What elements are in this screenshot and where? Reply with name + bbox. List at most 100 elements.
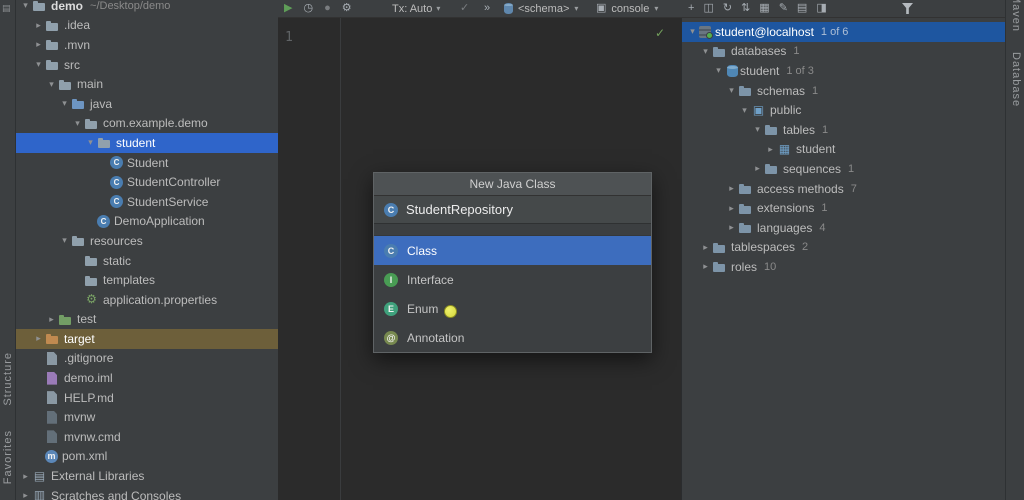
chevron-down-icon[interactable]: ▾	[45, 79, 58, 90]
project-tool-window-icon[interactable]: ▤	[2, 3, 11, 14]
project-item-static[interactable]: static	[15, 251, 278, 271]
chevron-down-icon[interactable]: ▾	[712, 65, 725, 76]
chevron-down-icon[interactable]: ▾	[58, 98, 71, 109]
filter-icon[interactable]	[902, 3, 913, 14]
chevron-down-icon[interactable]: ▾	[725, 85, 738, 96]
project-item-templates[interactable]: templates	[15, 270, 278, 290]
edit-icon[interactable]: ✎	[779, 0, 788, 17]
kind-option-label: Enum	[407, 302, 438, 316]
tool-button-structure[interactable]: Structure	[2, 352, 14, 406]
project-item-external-libraries[interactable]: ▸▤External Libraries	[15, 466, 278, 486]
chevron-right-icon[interactable]: ▸	[19, 471, 32, 482]
project-item-resources[interactable]: ▾resources	[15, 231, 278, 251]
chevron-right-icon[interactable]: ▸	[699, 242, 712, 253]
tree-item-label: HELP.md	[64, 391, 114, 405]
project-item-demo-iml[interactable]: demo.iml	[15, 368, 278, 388]
project-item-mvn[interactable]: ▸.mvn	[15, 35, 278, 55]
chevron-right-icon[interactable]: ▸	[32, 333, 45, 344]
db-item-databases[interactable]: ▾databases1	[682, 42, 1006, 62]
project-item-student[interactable]: CStudent	[15, 153, 278, 173]
kind-option-enum[interactable]: EEnum	[374, 294, 651, 323]
data-grid-icon[interactable]: ▦	[759, 0, 769, 17]
tx-dropdown[interactable]: Tx: Auto ▾	[392, 0, 440, 17]
project-item-target[interactable]: ▸target	[15, 329, 278, 349]
refresh-icon[interactable]: ↻	[723, 0, 732, 17]
db-item-student-localhost[interactable]: ▾student@localhost1 of 6	[682, 22, 1006, 42]
db-item-access-methods[interactable]: ▸access methods7	[682, 179, 1006, 199]
chevron-right-icon[interactable]: ▸	[32, 20, 45, 31]
tool-button-maven[interactable]: Maven	[1010, 0, 1022, 32]
project-item-studentservice[interactable]: CStudentService	[15, 192, 278, 212]
add-icon[interactable]: +	[688, 0, 694, 17]
chevron-down-icon[interactable]: ▾	[84, 137, 97, 148]
db-item-extensions[interactable]: ▸extensions1	[682, 198, 1006, 218]
db-item-tablespaces[interactable]: ▸tablespaces2	[682, 238, 1006, 258]
project-item-scratches-and-consoles[interactable]: ▸▥Scratches and Consoles	[15, 486, 278, 500]
chevron-right-icon[interactable]: ▸	[699, 261, 712, 272]
more-actions[interactable]: »	[484, 0, 490, 17]
chevron-right-icon[interactable]: ▸	[764, 144, 777, 155]
db-item-schemas[interactable]: ▾schemas1	[682, 81, 1006, 101]
chevron-down-icon[interactable]: ▾	[32, 59, 45, 70]
project-item-pom-xml[interactable]: mpom.xml	[15, 447, 278, 467]
chevron-down-icon[interactable]: ▾	[751, 124, 764, 135]
run-icon[interactable]: ▶	[284, 0, 292, 17]
kind-option-interface[interactable]: IInterface	[374, 265, 651, 294]
chevron-down-icon[interactable]: ▾	[19, 0, 32, 11]
database-tree: ▾student@localhost1 of 6▾databases1▾stud…	[682, 22, 1006, 277]
class-icon: C	[384, 203, 398, 217]
db-item-tables[interactable]: ▾tables1	[682, 120, 1006, 140]
project-item-idea[interactable]: ▸.idea	[15, 16, 278, 36]
console-dropdown[interactable]: ▣ console ▾	[596, 0, 658, 17]
ddl-source-icon[interactable]: ▤	[797, 0, 807, 17]
chevron-right-icon[interactable]: ▸	[19, 490, 32, 500]
project-item-mvnw[interactable]: mvnw	[15, 407, 278, 427]
project-item-test[interactable]: ▸test	[15, 310, 278, 330]
project-item-application-properties[interactable]: ⚙application.properties	[15, 290, 278, 310]
project-item-studentcontroller[interactable]: CStudentController	[15, 172, 278, 192]
move-up-down-icon[interactable]: ⇅	[741, 0, 750, 17]
tool-button-database[interactable]: Database	[1010, 52, 1022, 107]
db-item-public[interactable]: ▾▣public	[682, 100, 1006, 120]
class-name-input[interactable]: C StudentRepository	[374, 196, 651, 224]
duplicate-icon[interactable]: ◫	[703, 0, 713, 17]
project-item-help-md[interactable]: HELP.md	[15, 388, 278, 408]
chevron-down-icon[interactable]: ▾	[686, 26, 699, 37]
chevron-down-icon[interactable]: ▾	[71, 118, 84, 129]
project-item-com-example-demo[interactable]: ▾com.example.demo	[15, 114, 278, 134]
chevron-down-icon[interactable]: ▾	[58, 235, 71, 246]
project-item-mvnw-cmd[interactable]: mvnw.cmd	[15, 427, 278, 447]
project-item-student[interactable]: ▾student	[15, 133, 278, 153]
db-item-student[interactable]: ▸▦student	[682, 140, 1006, 160]
schema-dropdown[interactable]: <schema> ▾	[504, 0, 578, 17]
chevron-right-icon[interactable]: ▸	[725, 222, 738, 233]
db-item-student[interactable]: ▾student1 of 3	[682, 61, 1006, 81]
chevron-down-icon[interactable]: ▾	[738, 105, 751, 116]
stop-icon[interactable]: ●	[324, 0, 331, 17]
db-item-languages[interactable]: ▸languages4	[682, 218, 1006, 238]
chevron-down-icon[interactable]: ▾	[699, 46, 712, 57]
chevron-right-icon[interactable]: ▸	[725, 183, 738, 194]
project-item-main[interactable]: ▾main	[15, 74, 278, 94]
inspections-ok-icon[interactable]: ✓	[655, 26, 665, 40]
chevron-right-icon[interactable]: ▸	[751, 163, 764, 174]
settings-wrench-icon[interactable]: ⚙	[342, 0, 352, 17]
chevron-right-icon[interactable]: ▸	[725, 203, 738, 214]
project-item-java[interactable]: ▾java	[15, 94, 278, 114]
history-clock-icon[interactable]: ◷	[303, 0, 313, 17]
project-item-demo[interactable]: ▾demo~/Desktop/demo	[15, 0, 278, 16]
db-item-sequences[interactable]: ▸sequences1	[682, 159, 1006, 179]
tree-item-label: Scratches and Consoles	[51, 489, 181, 500]
tool-button-favorites[interactable]: Favorites	[2, 430, 14, 484]
project-item-demoapplication[interactable]: CDemoApplication	[15, 212, 278, 232]
db-item-roles[interactable]: ▸roles10	[682, 257, 1006, 277]
project-item-src[interactable]: ▾src	[15, 55, 278, 75]
project-item-gitignore[interactable]: .gitignore	[15, 349, 278, 369]
chevron-right-icon[interactable]: ▸	[45, 314, 58, 325]
tree-item-label: demo	[51, 0, 83, 13]
kind-option-annotation[interactable]: @Annotation	[374, 323, 651, 352]
commit-check[interactable]: ✓	[460, 0, 469, 17]
kind-option-class[interactable]: CClass	[374, 236, 651, 265]
diagram-icon[interactable]: ◨	[816, 0, 826, 17]
chevron-right-icon[interactable]: ▸	[32, 39, 45, 50]
